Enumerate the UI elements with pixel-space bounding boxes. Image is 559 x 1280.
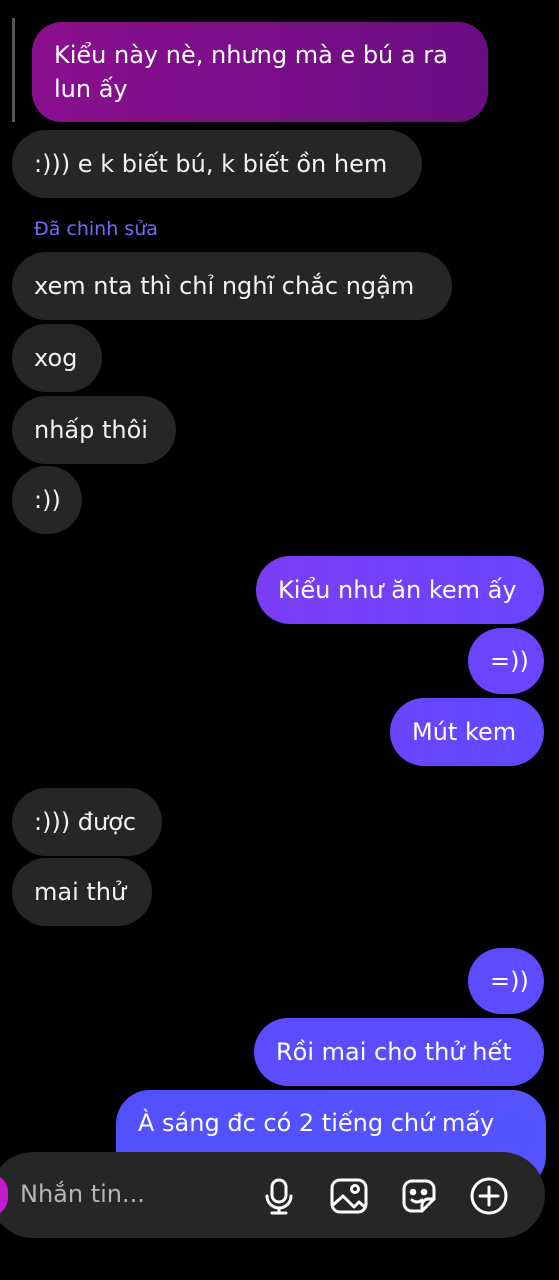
message-text: :))) được (34, 808, 137, 836)
message-bubble-incoming[interactable]: nhấp thôi (12, 396, 176, 464)
message-text: nhấp thôi (34, 416, 148, 444)
microphone-icon[interactable] (258, 1175, 300, 1217)
message-text: xem nta thì chỉ nghĩ chắc ngậm (34, 272, 415, 300)
reply-indicator-bar (12, 18, 15, 122)
message-text: :))) e k biết bú, k biết ồn hem (34, 150, 388, 178)
message-bubble-incoming[interactable]: mai thử (12, 858, 152, 926)
message-bubble-incoming[interactable]: xog (12, 324, 102, 392)
message-text: Mút kem (412, 718, 517, 746)
message-text: mai thử (34, 878, 127, 906)
image-icon[interactable] (328, 1175, 370, 1217)
message-bubble-incoming[interactable]: :)) (12, 466, 82, 534)
message-text: xog (34, 344, 78, 372)
message-bubble-outgoing[interactable]: =)) (468, 628, 544, 694)
sticker-icon[interactable] (398, 1175, 440, 1217)
message-bubble-incoming[interactable]: :))) được (12, 788, 162, 856)
message-bubble-outgoing[interactable]: Kiểu như ăn kem ấy (256, 556, 544, 624)
message-composer: Nhắn tin... (0, 1152, 545, 1238)
message-input[interactable]: Nhắn tin... (20, 1174, 145, 1214)
message-text: =)) (490, 647, 529, 675)
edited-label: Đã chinh sửa (34, 218, 158, 240)
reply-quote-text: Kiểu này nè, nhưng mà e bú a ra lun ấy (54, 41, 448, 103)
message-text: =)) (490, 967, 529, 995)
camera-button[interactable] (0, 1174, 8, 1216)
message-text: Kiểu như ăn kem ấy (278, 576, 517, 604)
message-text: À sáng đc có 2 tiếng chứ mấy (138, 1109, 495, 1137)
message-bubble-incoming[interactable]: xem nta thì chỉ nghĩ chắc ngậm (12, 252, 452, 320)
replied-message-quote[interactable]: Kiểu này nè, nhưng mà e bú a ra lun ấy (32, 22, 488, 122)
chat-thread: Kiểu này nè, nhưng mà e bú a ra lun ấy :… (0, 0, 559, 1280)
message-bubble-incoming[interactable]: :))) e k biết bú, k biết ồn hem (12, 130, 422, 198)
message-text: Rồi mai cho thử hết (276, 1038, 512, 1066)
message-text: :)) (34, 486, 61, 514)
add-icon[interactable] (468, 1175, 510, 1217)
message-bubble-outgoing[interactable]: Mút kem (390, 698, 544, 766)
message-bubble-outgoing[interactable]: =)) (468, 948, 544, 1014)
message-bubble-outgoing[interactable]: Rồi mai cho thử hết (254, 1018, 544, 1086)
